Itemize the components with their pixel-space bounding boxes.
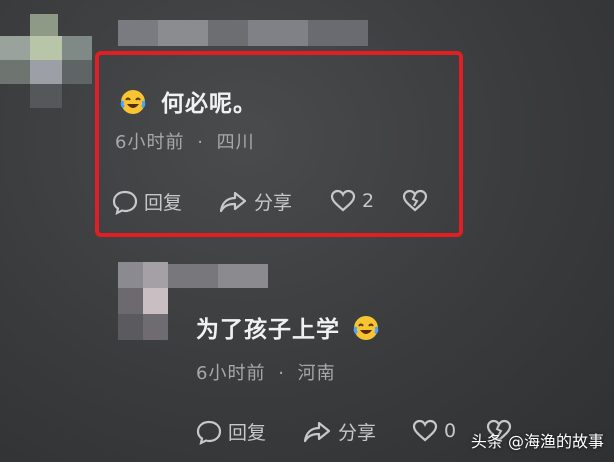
- share-button-2[interactable]: 分享: [302, 418, 376, 445]
- avatar-blurred-2[interactable]: [118, 262, 168, 340]
- comment-1-time: 6小时前: [115, 132, 185, 153]
- share-label: 分享: [338, 422, 377, 444]
- comment-2-time: 6小时前: [196, 363, 266, 384]
- share-label: 分享: [254, 192, 293, 214]
- like-count: 2: [362, 190, 375, 212]
- meta-separator: ·: [197, 132, 204, 153]
- avatar-blurred-1[interactable]: [0, 14, 95, 109]
- share-arrow-icon: [219, 191, 247, 212]
- comment-bubble-icon: [112, 190, 138, 215]
- comment-2-meta: 6小时前 · 河南: [196, 359, 336, 385]
- username-blurred-1[interactable]: [118, 20, 368, 46]
- meta-separator: ·: [278, 363, 285, 384]
- comment-1-location: 四川: [216, 132, 255, 153]
- comment-1-meta: 6小时前 · 四川: [115, 128, 255, 154]
- like-count: 0: [444, 420, 457, 442]
- reply-label: 回复: [144, 192, 183, 214]
- reply-button-2[interactable]: 回复: [196, 418, 266, 445]
- username-blurred-2[interactable]: [168, 264, 268, 288]
- share-button-1[interactable]: 分享: [218, 188, 292, 215]
- dislike-button-1[interactable]: [402, 188, 434, 214]
- like-button-1[interactable]: 2: [330, 188, 374, 214]
- heart-icon: [412, 419, 438, 442]
- comment-bubble-icon: [196, 420, 222, 445]
- comment-2-text: 为了孩子上学: [196, 310, 379, 344]
- heart-icon: [330, 189, 356, 212]
- reply-label: 回复: [228, 422, 267, 444]
- laughing-crying-emoji-icon: [120, 90, 146, 114]
- reply-button-1[interactable]: 回复: [112, 188, 182, 215]
- like-button-2[interactable]: 0: [412, 418, 456, 444]
- broken-heart-icon: [402, 189, 428, 212]
- share-arrow-icon: [303, 421, 331, 442]
- comment-2-location: 河南: [297, 363, 336, 384]
- laughing-crying-emoji-icon: [353, 316, 379, 340]
- watermark: 头条 @海渔的故事: [470, 432, 604, 451]
- comment-1-text: 何必呢。: [120, 84, 257, 118]
